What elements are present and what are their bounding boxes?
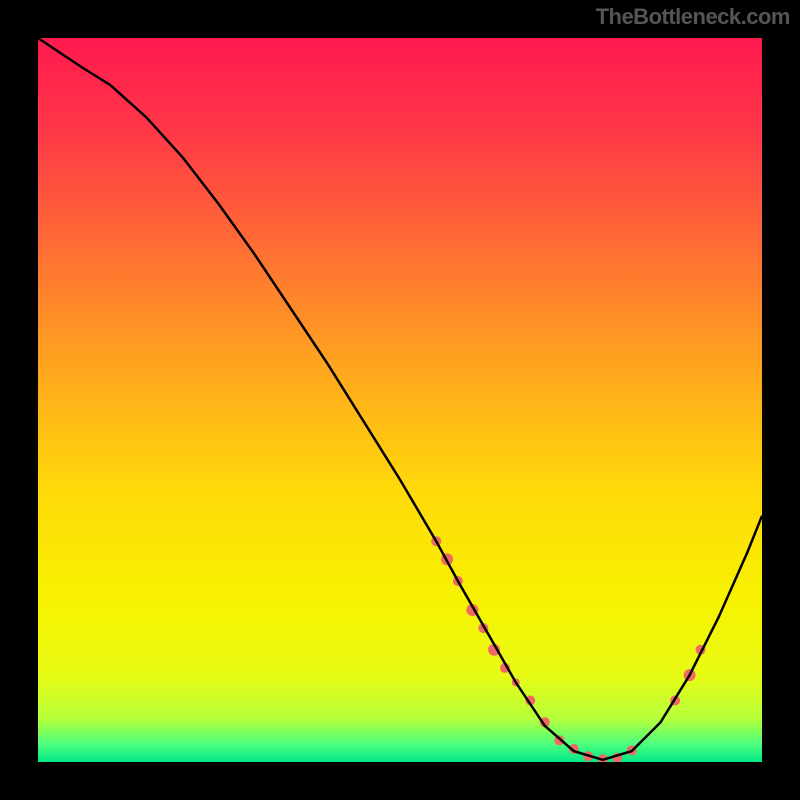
gradient-background	[38, 38, 762, 762]
bottleneck-chart	[38, 38, 762, 762]
attribution-label: TheBottleneck.com	[596, 4, 790, 30]
plot-area	[38, 38, 762, 762]
chart-frame: TheBottleneck.com	[0, 0, 800, 800]
